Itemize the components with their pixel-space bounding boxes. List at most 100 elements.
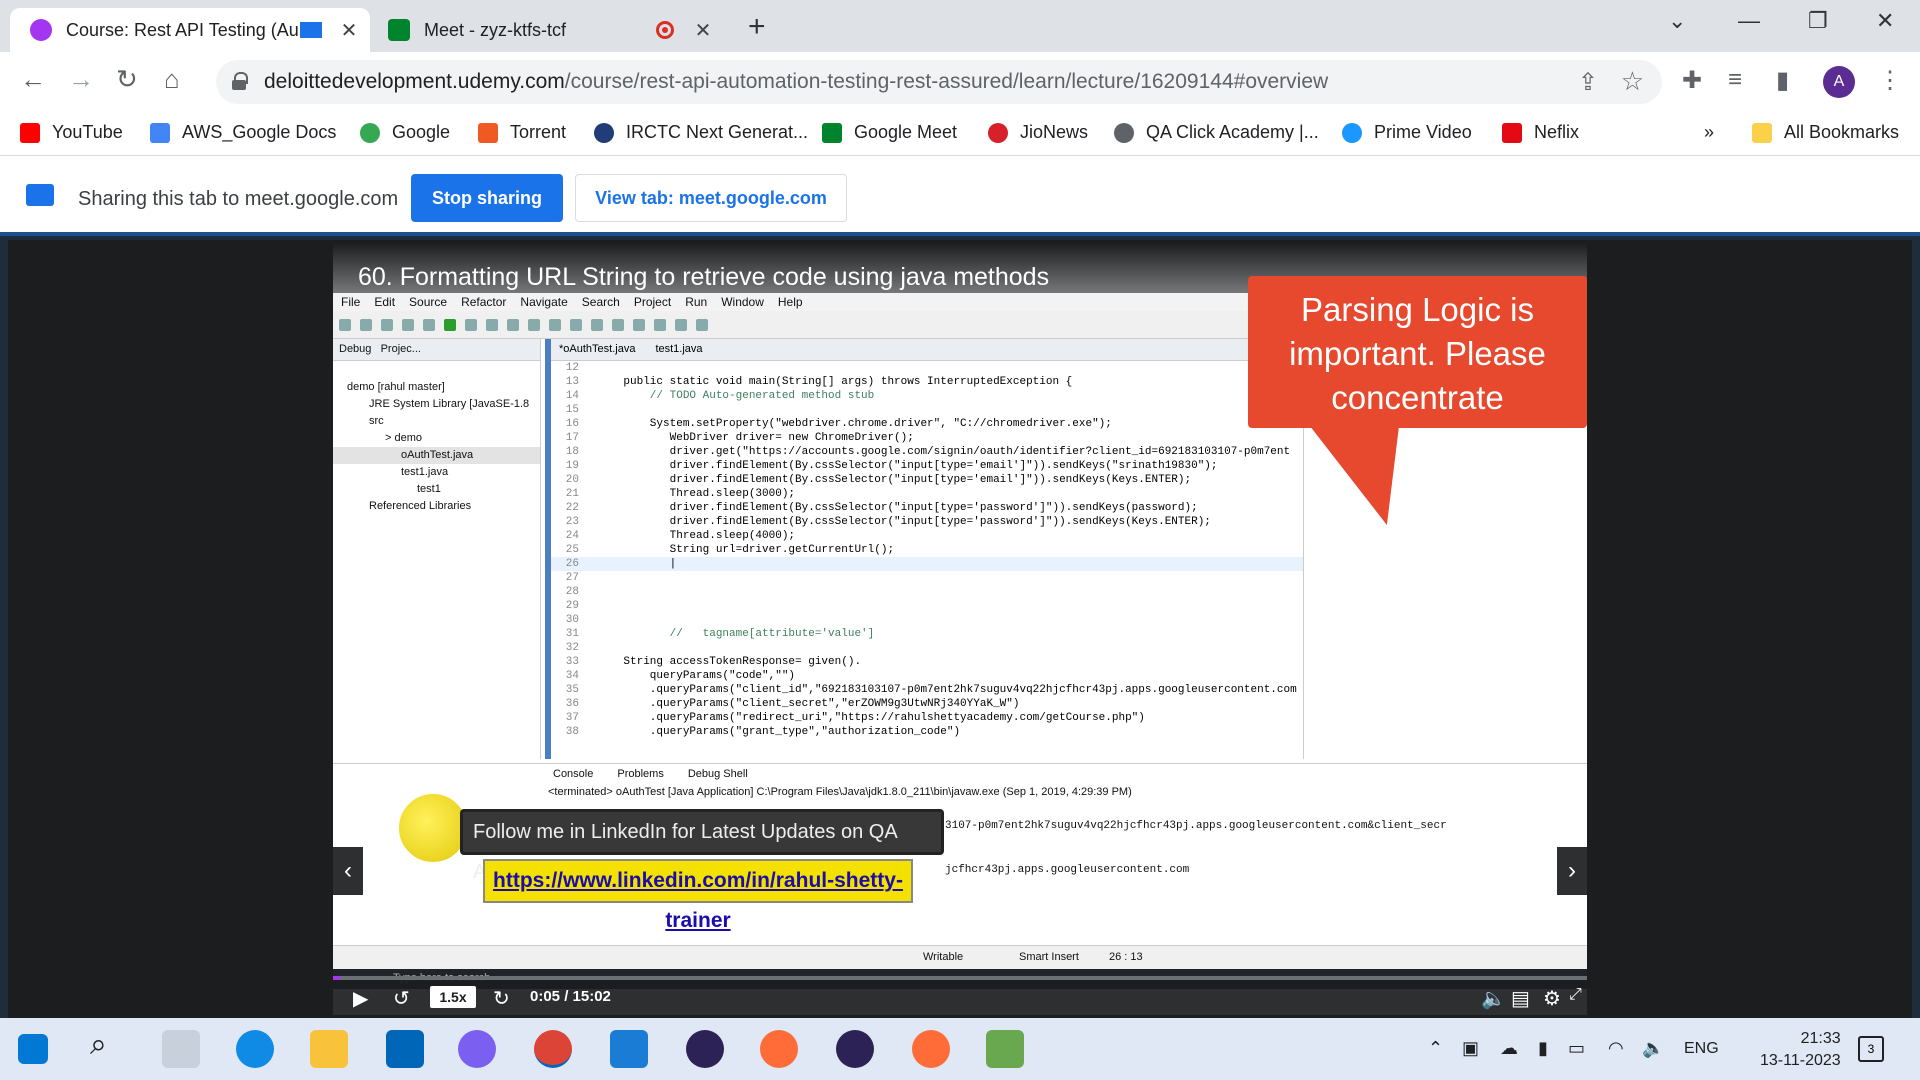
menu-run: Run (685, 295, 708, 309)
tab-udemy-course[interactable]: Course: Rest API Testing (Au ✕ (10, 8, 370, 52)
wifi-icon[interactable]: ◠ (1608, 1038, 1624, 1059)
forward-button[interactable]: → (68, 64, 94, 95)
eclipse-icon[interactable] (836, 1030, 874, 1068)
menu-icon[interactable]: ⋮ (1878, 66, 1902, 95)
postman-icon[interactable] (912, 1030, 950, 1068)
bookmark-youtube[interactable]: YouTube (20, 122, 123, 143)
menu-file: File (341, 295, 361, 309)
code-line: 16 System.setProperty("webdriver.chrome.… (551, 417, 1303, 431)
forward-icon[interactable]: ↻ (493, 986, 510, 1011)
status-writable: Writable (923, 951, 964, 963)
extensions-icon[interactable]: ✚ (1682, 66, 1702, 95)
app-icon[interactable] (986, 1030, 1024, 1068)
fullscreen-icon[interactable]: ⤢ (1569, 986, 1582, 1004)
address-bar-row: ← → ↻ ⌂ deloittedevelopment.udemy.com/co… (0, 52, 1920, 112)
bookmark-label: Neflix (1534, 122, 1580, 142)
postman-icon[interactable] (760, 1030, 798, 1068)
video-player[interactable]: File Edit Source Refactor Navigate Searc… (333, 243, 1587, 1015)
next-lecture-button[interactable]: › (1557, 847, 1587, 895)
back-button[interactable]: ← (20, 64, 46, 95)
time-display: 0:05 / 15:02 (530, 988, 611, 1005)
avatar[interactable]: A (1823, 66, 1855, 98)
settings-icon[interactable]: ⚙ (1543, 986, 1561, 1011)
tray-icon[interactable]: ▣ (1462, 1038, 1479, 1059)
stop-sharing-button[interactable]: Stop sharing (411, 174, 563, 222)
close-tab-icon[interactable]: ✕ (690, 18, 716, 43)
clock[interactable]: 21:33 13-11-2023 (1760, 1028, 1841, 1072)
bookmark-jionews[interactable]: JioNews (988, 122, 1088, 143)
menu-project: Project (633, 295, 672, 309)
windows-start-icon[interactable] (18, 1034, 48, 1064)
share-icon[interactable]: ⇪ (1578, 68, 1598, 97)
task-view-icon[interactable] (162, 1030, 200, 1068)
all-bookmarks[interactable]: All Bookmarks (1752, 122, 1899, 143)
tab-search-icon[interactable]: ⌄ (1668, 8, 1686, 34)
bookmark-prime-video[interactable]: Prime Video (1342, 122, 1472, 143)
line-number: 19 (565, 460, 579, 472)
file-explorer-icon[interactable] (310, 1030, 348, 1068)
line-number: 35 (565, 684, 579, 696)
url-path: /course/rest-api-automation-testing-rest… (564, 70, 1329, 93)
progress-bar[interactable] (333, 976, 1587, 980)
eclipse-icon[interactable] (686, 1030, 724, 1068)
status-position: 26 : 13 (1109, 951, 1143, 963)
tab-google-meet[interactable]: Meet - zyz-ktfs-tcf ✕ (372, 8, 724, 52)
battery-icon[interactable]: ▭ (1568, 1038, 1585, 1059)
captions-icon[interactable]: ▤ (1511, 986, 1530, 1011)
prime-video-icon (1342, 122, 1362, 143)
app-icon[interactable] (610, 1030, 648, 1068)
reload-button[interactable]: ↻ (116, 64, 138, 95)
line-text: driver.get("https://accounts.google.com/… (597, 446, 1291, 458)
bookmarks-overflow-button[interactable]: » (1704, 122, 1714, 143)
bookmark-aws-docs[interactable]: AWS_Google Docs (150, 122, 336, 143)
microphone-icon[interactable]: ▮ (1538, 1038, 1548, 1059)
code-line: 13 public static void main(String[] args… (551, 375, 1303, 389)
bookmark-torrent[interactable]: Torrent (478, 122, 566, 143)
windows-taskbar: ⌕ ⌃ ▣ ☁ ▮ ▭ ◠ 🔈 ENG 21:33 13-11-2023 3 (0, 1018, 1920, 1080)
tree-item: demo [rahul master] (347, 381, 445, 393)
volume-icon[interactable]: 🔈 (1481, 986, 1506, 1011)
star-icon[interactable]: ☆ (1621, 66, 1644, 97)
google-docs-icon (150, 122, 170, 143)
linkedin-link[interactable]: https://www.linkedin.com/in/rahul-shetty… (483, 859, 913, 932)
tab-title: Meet - zyz-ktfs-tcf (424, 19, 567, 40)
eclipse-statusbar: Writable Smart Insert 26 : 13 (333, 945, 1587, 969)
url-field[interactable]: deloittedevelopment.udemy.com/course/res… (216, 60, 1662, 104)
chevron-up-icon[interactable]: ⌃ (1428, 1038, 1443, 1059)
restore-button[interactable]: ❐ (1808, 8, 1828, 34)
rewind-icon[interactable]: ↺ (393, 986, 410, 1011)
bookmark-google[interactable]: Google (360, 122, 450, 143)
copilot-icon[interactable] (458, 1030, 496, 1068)
media-icon[interactable]: ≡ (1728, 66, 1742, 94)
bookmark-irctc[interactable]: IRCTC Next Generat... (594, 122, 808, 143)
close-tab-icon[interactable]: ✕ (336, 18, 362, 43)
line-number: 29 (565, 600, 579, 612)
home-button[interactable]: ⌂ (164, 64, 180, 95)
speed-button[interactable]: 1.5x (430, 986, 476, 1008)
language-indicator[interactable]: ENG (1684, 1040, 1719, 1058)
new-tab-button[interactable]: + (748, 10, 766, 44)
recording-icon (656, 21, 674, 39)
volume-icon[interactable]: 🔈 (1642, 1038, 1664, 1059)
bookmark-google-meet[interactable]: Google Meet (822, 122, 957, 143)
code-line: 14 // TODO Auto-generated method stub (551, 389, 1303, 403)
chrome-icon[interactable] (534, 1030, 572, 1068)
line-number: 34 (565, 670, 579, 682)
close-window-button[interactable]: ✕ (1876, 8, 1894, 34)
onedrive-icon[interactable]: ☁ (1500, 1038, 1518, 1059)
bookmark-qa-click[interactable]: QA Click Academy |... (1114, 122, 1319, 143)
notification-icon[interactable]: 3 (1858, 1036, 1884, 1062)
line-text: | (597, 558, 677, 570)
edge-icon[interactable] (236, 1030, 274, 1068)
minimize-button[interactable]: — (1738, 8, 1760, 34)
line-text: .queryParams("client_secret","erZOWM9g3U… (597, 698, 1020, 710)
prev-lecture-button[interactable]: ‹ (333, 847, 363, 895)
bookmark-netflix[interactable]: Neflix (1502, 122, 1579, 143)
store-icon[interactable] (386, 1030, 424, 1068)
line-number: 27 (565, 572, 579, 584)
code-line: 31 // tagname[attribute='value'] (551, 627, 1303, 641)
view-tab-button[interactable]: View tab: meet.google.com (575, 174, 847, 222)
play-icon[interactable]: ▶ (353, 986, 368, 1011)
side-panel-icon[interactable]: ▮ (1776, 66, 1789, 95)
search-icon[interactable]: ⌕ (90, 1028, 107, 1062)
